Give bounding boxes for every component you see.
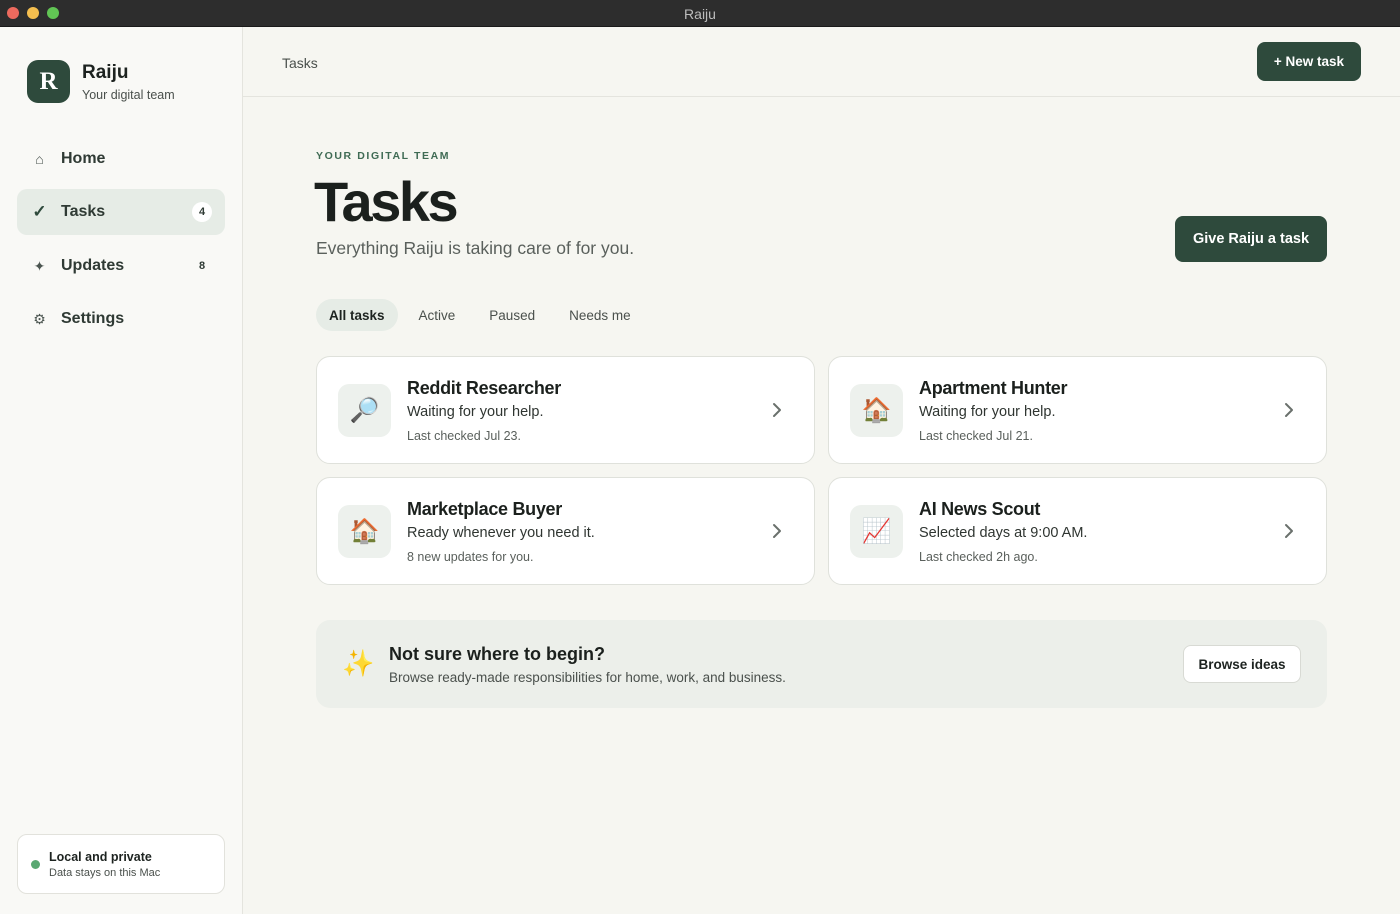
sidebar-item-label: Tasks	[61, 203, 106, 220]
breadcrumb: Tasks	[282, 55, 318, 71]
task-meta: Last checked 2h ago.	[919, 550, 1038, 564]
ideas-banner: ✨ Not sure where to begin? Browse ready-…	[316, 620, 1327, 708]
gear-icon: ⚙	[33, 310, 46, 327]
chevron-right-icon	[773, 403, 781, 417]
new-task-button[interactable]: + New task	[1257, 42, 1361, 81]
sidebar-item-label: Settings	[61, 310, 125, 327]
ideas-title: Not sure where to begin?	[389, 644, 606, 664]
check-icon: ✓	[32, 202, 47, 221]
ideas-subtitle: Browse ready-made responsibilities for h…	[389, 670, 786, 685]
status-dot-icon	[31, 860, 40, 869]
task-card-marketplace-buyer[interactable]: 🏠 Marketplace Buyer Ready whenever you n…	[316, 477, 815, 585]
app-window: R Raiju Your digital team ⌂ Home ✓ Tasks…	[0, 27, 1400, 914]
page-title: Tasks	[314, 170, 459, 233]
sidebar: R Raiju Your digital team ⌂ Home ✓ Tasks…	[0, 27, 243, 914]
page-subtitle: Everything Raiju is taking care of for y…	[316, 238, 635, 258]
task-card-reddit-researcher[interactable]: 🔎 Reddit Researcher Waiting for your hel…	[316, 356, 815, 464]
page-eyebrow: YOUR DIGITAL TEAM	[316, 150, 451, 162]
updates-count-badge: 8	[198, 260, 206, 272]
brand-tagline: Your digital team	[82, 88, 175, 102]
home-icon: ⌂	[35, 151, 44, 167]
house-icon: 🏠	[850, 384, 903, 437]
chart-icon: 📈	[850, 505, 903, 558]
brand-logo: R	[27, 60, 70, 103]
house-icon: 🏠	[338, 505, 391, 558]
task-status: Selected days at 9:00 AM.	[919, 525, 1088, 541]
brand-name: Raiju	[82, 62, 129, 83]
window-title: Raiju	[684, 6, 716, 22]
sidebar-item-home[interactable]: ⌂ Home	[17, 136, 225, 182]
chevron-right-icon	[1285, 403, 1293, 417]
sparkle-icon: ✦	[33, 257, 46, 274]
sidebar-item-updates[interactable]: ✦ Updates 8	[17, 243, 225, 289]
task-meta: Last checked Jul 23.	[407, 429, 521, 443]
privacy-status-card: Local and private Data stays on this Mac	[17, 834, 225, 894]
filter-tabs: All tasks Active Paused Needs me	[316, 299, 652, 331]
chevron-right-icon	[1285, 524, 1293, 538]
give-task-button[interactable]: Give Raiju a task	[1175, 216, 1327, 262]
task-title: Reddit Researcher	[407, 378, 561, 398]
privacy-subtitle: Data stays on this Mac	[49, 867, 161, 879]
top-bar: Tasks + New task	[243, 27, 1400, 97]
filter-needs-me[interactable]: Needs me	[556, 299, 644, 331]
task-meta: Last checked Jul 21.	[919, 429, 1033, 443]
privacy-title: Local and private	[49, 850, 152, 864]
filter-active[interactable]: Active	[406, 299, 469, 331]
task-status: Waiting for your help.	[407, 404, 544, 420]
tasks-count-badge: 4	[192, 202, 212, 222]
sidebar-item-label: Updates	[61, 257, 125, 274]
browse-ideas-button[interactable]: Browse ideas	[1183, 645, 1301, 683]
title-bar: Raiju	[0, 0, 1400, 27]
task-title: AI News Scout	[919, 499, 1041, 519]
sparkles-icon: ✨	[342, 648, 375, 678]
filter-paused[interactable]: Paused	[476, 299, 548, 331]
chevron-right-icon	[773, 524, 781, 538]
task-status: Ready whenever you need it.	[407, 525, 595, 541]
sidebar-item-label: Home	[61, 150, 106, 167]
task-card-ai-news-scout[interactable]: 📈 AI News Scout Selected days at 9:00 AM…	[828, 477, 1327, 585]
task-meta: 8 new updates for you.	[407, 550, 534, 564]
task-card-apartment-hunter[interactable]: 🏠 Apartment Hunter Waiting for your help…	[828, 356, 1327, 464]
sidebar-item-settings[interactable]: ⚙ Settings	[17, 296, 225, 342]
magnifier-icon: 🔎	[338, 384, 391, 437]
task-status: Waiting for your help.	[919, 404, 1056, 420]
filter-all-tasks[interactable]: All tasks	[316, 299, 398, 331]
task-title: Marketplace Buyer	[407, 499, 562, 519]
task-title: Apartment Hunter	[919, 378, 1068, 398]
sidebar-item-tasks[interactable]: ✓ Tasks 4	[17, 189, 225, 235]
